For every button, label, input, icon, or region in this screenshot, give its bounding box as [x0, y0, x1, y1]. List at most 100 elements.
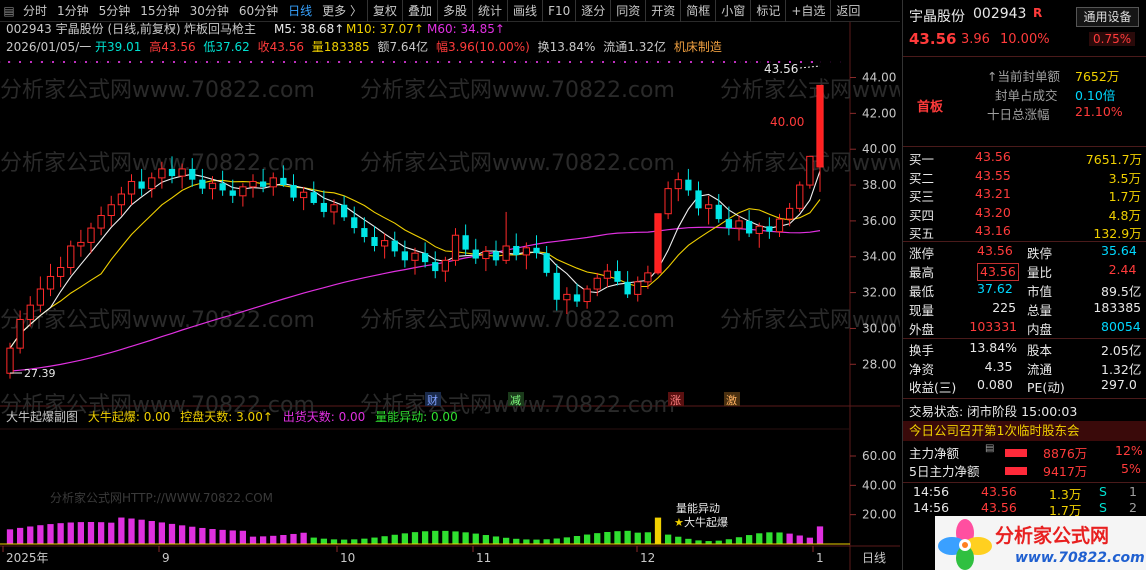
candle-body-up[interactable] — [239, 186, 247, 197]
candle-body-up[interactable] — [441, 259, 450, 272]
candle-body-up[interactable] — [97, 215, 105, 229]
candle-body-down[interactable] — [229, 190, 236, 196]
candle-body-down[interactable] — [513, 245, 520, 255]
candle-body-up[interactable] — [36, 288, 45, 306]
candle-body-down[interactable] — [310, 192, 317, 203]
candle-body-down[interactable] — [361, 228, 368, 238]
candle-body-up[interactable] — [593, 277, 601, 290]
per-minute-button[interactable]: 逐分 — [575, 0, 610, 22]
candle-body-up[interactable] — [482, 250, 490, 260]
same-fund-button[interactable]: 同资 — [610, 0, 645, 22]
candle-body-up[interactable] — [158, 168, 166, 179]
event-tag-reduce[interactable]: 减 — [510, 394, 521, 407]
candle-body-down[interactable] — [371, 237, 378, 246]
candle-body-down[interactable] — [462, 235, 469, 250]
candle-body-up[interactable] — [634, 281, 642, 295]
candle-body-up[interactable] — [411, 252, 419, 261]
candle-body-up[interactable] — [806, 155, 814, 186]
candle-body-down[interactable] — [725, 219, 733, 229]
candle-body-up[interactable] — [56, 266, 65, 277]
add-watchlist-button[interactable]: +自选 — [785, 0, 830, 22]
candle-body-down[interactable] — [766, 226, 773, 232]
candle-body-up[interactable] — [502, 245, 510, 261]
candle-body-down[interactable] — [280, 177, 287, 186]
tab-30min[interactable]: 30分钟 — [185, 0, 234, 22]
candle-body-down[interactable] — [401, 251, 409, 261]
candle-body-up[interactable] — [148, 177, 156, 190]
candle-body-down[interactable] — [138, 181, 145, 189]
grid-menu-icon[interactable]: ▤ — [0, 0, 18, 22]
event-tag-limitup[interactable]: 涨 — [670, 394, 681, 407]
f10-button[interactable]: F10 — [542, 0, 575, 22]
mark-button[interactable]: 标记 — [750, 0, 785, 22]
candle-body-down[interactable] — [533, 247, 540, 254]
sub-indicator-name[interactable]: 大牛起爆副图 — [6, 409, 78, 424]
tab-more[interactable]: 更多 〉 — [317, 0, 367, 22]
dropdown-triangle-icon[interactable]: ▾ — [170, 23, 176, 36]
candle-body-up[interactable] — [785, 207, 794, 220]
candle-body-up[interactable] — [269, 177, 277, 188]
candle-body-up[interactable] — [26, 304, 34, 320]
candle-body-down[interactable] — [695, 190, 702, 209]
back-button[interactable]: 返回 — [830, 0, 865, 22]
candle-body-down[interactable] — [685, 179, 692, 191]
tab-1min[interactable]: 1分钟 — [52, 0, 94, 22]
event-tag-finance[interactable]: 财 — [427, 393, 438, 407]
notice-banner[interactable]: 今日公司召开第1次临时股东会 — [903, 421, 1146, 441]
period-label[interactable]: 日线 — [862, 551, 886, 565]
candle-body-up[interactable] — [6, 347, 14, 374]
tab-daily[interactable]: 日线 — [283, 0, 317, 22]
candle-body-up[interactable] — [664, 188, 672, 215]
candle-body-up[interactable] — [249, 180, 257, 188]
candle-body-up[interactable] — [46, 275, 55, 290]
mini-window-button[interactable]: 小窗 — [715, 0, 750, 22]
candle-body-down[interactable] — [320, 202, 328, 212]
candle-body-down[interactable] — [421, 253, 429, 263]
candle-body-up[interactable] — [603, 270, 612, 279]
candle-body-down[interactable] — [715, 204, 722, 220]
candle-body-up[interactable] — [704, 204, 713, 209]
candle-body-up[interactable] — [16, 318, 24, 349]
stats-button[interactable]: 统计 — [472, 0, 507, 22]
candle-body-down[interactable] — [351, 217, 358, 229]
candle-body-up[interactable] — [87, 227, 95, 243]
candle-body-down[interactable] — [259, 181, 267, 187]
candle-body-down[interactable] — [391, 240, 398, 252]
candle-body-up[interactable] — [755, 225, 763, 234]
candle-body-up[interactable] — [644, 272, 652, 283]
candle-body-down[interactable] — [168, 168, 176, 177]
candle-body-down[interactable] — [492, 251, 500, 261]
open-fund-button[interactable]: 开资 — [645, 0, 680, 22]
candle-body-down[interactable] — [472, 249, 479, 259]
chart-area[interactable]: 分析家公式网www.70822.com 分析家公式网www.70822.com 分析… — [0, 21, 1035, 570]
candle-body-up[interactable] — [451, 234, 460, 261]
indicator-name[interactable]: 炸板回马枪主 — [184, 21, 256, 36]
tab-intraday[interactable]: 分时 — [18, 0, 52, 22]
multi-stock-button[interactable]: 多股 — [437, 0, 472, 22]
candle-body-down[interactable] — [614, 271, 621, 282]
kline-chart-svg[interactable]: 分析家公式网www.70822.com 分析家公式网www.70822.com 分析… — [0, 21, 1035, 570]
candle-body-up[interactable] — [67, 245, 75, 268]
candle-body-up[interactable] — [380, 240, 389, 247]
candle-body-up[interactable] — [674, 179, 682, 190]
candle-body-up[interactable] — [127, 180, 136, 195]
tab-5min[interactable]: 5分钟 — [94, 0, 136, 22]
overlay-button[interactable]: 叠加 — [402, 0, 437, 22]
candle-body-down[interactable] — [745, 220, 753, 234]
candle-body-up[interactable] — [299, 191, 308, 199]
candle-body-down[interactable] — [624, 281, 631, 295]
tab-15min[interactable]: 15分钟 — [135, 0, 184, 22]
candle-body-up[interactable] — [77, 241, 85, 247]
candle-body-up[interactable] — [563, 293, 571, 301]
candle-body-down[interactable] — [340, 204, 348, 218]
doc-icon[interactable]: ▤ — [985, 443, 994, 454]
candle-body-down[interactable] — [199, 179, 206, 189]
candle-body-up[interactable] — [117, 193, 126, 206]
candle-body-down[interactable] — [543, 253, 550, 273]
candle-body-down[interactable] — [189, 168, 196, 180]
candle-body-down[interactable] — [573, 294, 581, 302]
sector-button[interactable]: 通用设备 — [1076, 7, 1139, 27]
event-tag-stimulus[interactable]: 激 — [726, 393, 737, 407]
candle-body-up[interactable] — [775, 218, 784, 233]
candle-body-up[interactable] — [735, 220, 743, 229]
